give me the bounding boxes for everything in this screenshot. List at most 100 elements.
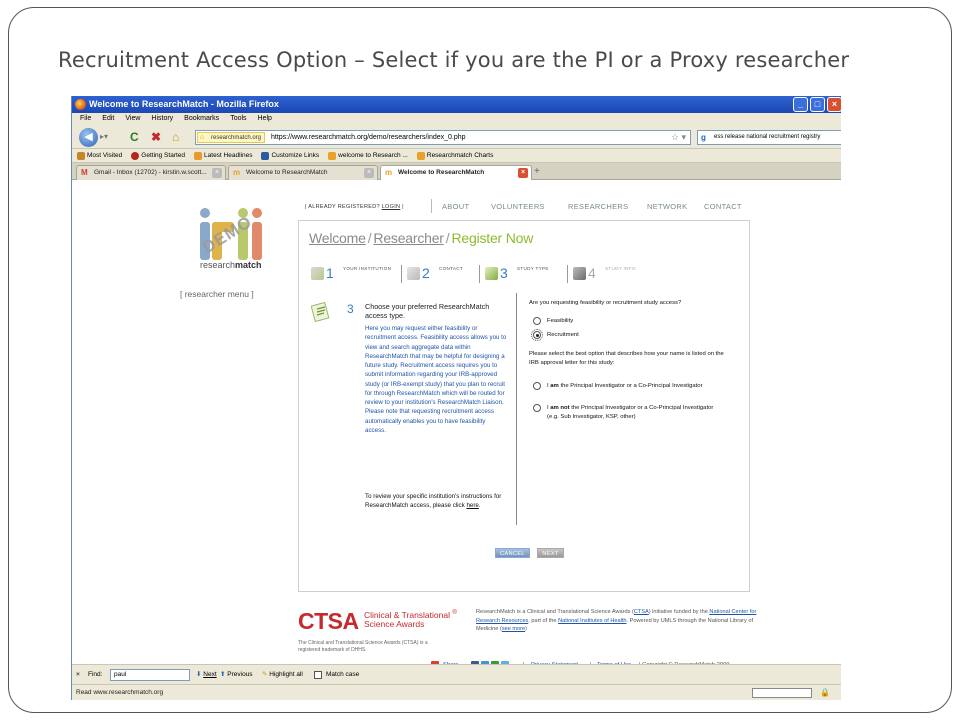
menu-bookmarks[interactable]: Bookmarks [184,113,219,125]
windows-icon [261,151,270,160]
researchmatch-favicon [416,151,425,160]
nav-volunteers[interactable]: VOLUNTEERS [491,201,545,213]
registration-panel: Welcome / Researcher / Register Now 1 YOUR I… [298,220,750,592]
nav-network[interactable]: NETWORK [647,201,687,213]
menu-view[interactable]: View [125,113,140,125]
nav-researchers[interactable]: RESEARCHERS [568,201,628,213]
rss-icon [194,151,203,160]
cancel-button[interactable]: CANCEL [495,548,530,558]
close-button[interactable]: × [827,97,841,112]
new-tab-button[interactable]: + [534,166,540,177]
footer-funding-text: ResearchMatch is a Clinical and Translat… [476,609,757,632]
instructions-here-link[interactable]: here [466,502,478,509]
forward-dropdown-icon[interactable]: ▸▾ [100,132,112,144]
menu-history[interactable]: History [151,113,173,125]
ctsa-logo: CTSA [298,608,359,634]
feasibility-radio[interactable] [533,317,541,325]
bookmark-welcome-research[interactable]: welcome to Research ... [328,149,408,162]
maximize-button[interactable]: □ [810,97,825,112]
researchmatch-favicon [328,151,337,160]
page-viewport: DEMO researchmatch [ researcher menu ] |… [72,180,841,669]
bookmark-latest-headlines[interactable]: Latest Headlines [194,149,252,162]
breadcrumb-welcome[interactable]: Welcome [309,230,366,246]
menu-edit[interactable]: Edit [102,113,114,125]
find-previous-button[interactable]: ⬆ Previous [220,665,253,685]
nav-about[interactable]: ABOUT [442,201,469,213]
bookmark-getting-started[interactable]: Getting Started [131,149,185,162]
gmail-icon: M [81,168,88,177]
nav-divider [431,199,432,213]
bookmarks-toolbar: Most Visited Getting Started Latest Head… [72,149,841,163]
step-indicator: 1 YOUR INSTITUTION 2 CONTACT 3 STUDY TYP… [311,265,741,283]
window-controls: _ □ × [793,97,841,112]
ctsa-link[interactable]: CTSA [634,609,649,615]
recruitment-radio[interactable] [531,329,543,341]
breadcrumb: Welcome / Researcher / Register Now [309,230,534,246]
url-bar[interactable]: researchmatch.org https://www.researchma… [195,130,691,145]
tab-researchmatch-active[interactable]: m Welcome to ResearchMatch × [380,165,532,181]
step-1: 1 YOUR INSTITUTION [311,265,399,283]
access-type-body: Here you may request either feasibility … [365,325,507,434]
minimize-button[interactable]: _ [793,97,808,112]
site-footer: CTSA Clinical & Translational ® Science A… [298,608,758,658]
not-pi-radio[interactable] [533,404,541,412]
ctsa-subtitle: Clinical & Translational ® Science Awards [364,609,457,630]
institution-instructions: To review your specific institution's in… [365,493,502,509]
site-top-nav: | ALREADY REGISTERED? LOGIN | ABOUT VOLU… [305,199,745,213]
breadcrumb-current: Register Now [451,230,534,246]
step-2: 2 CONTACT [407,265,477,283]
menu-bar: File Edit View History Bookmarks Tools H… [72,113,841,125]
url-text: https://www.researchmatch.org/demo/resea… [271,134,466,141]
site-identity-button[interactable]: researchmatch.org [197,132,266,143]
menu-file[interactable]: File [80,113,91,125]
step-4: 4 STUDY INFO [573,265,653,283]
researchmatch-favicon: m [385,168,393,177]
researcher-menu-link[interactable]: [ researcher menu ] [180,289,254,299]
menu-help[interactable]: Help [258,113,272,125]
researchmatch-favicon: m [233,168,241,177]
menu-tools[interactable]: Tools [230,113,246,125]
firefox-bookmark-icon [131,151,140,160]
bookmark-most-visited[interactable]: Most Visited [77,149,122,162]
see-more-link[interactable]: see more [502,626,525,632]
institution-step-icon [311,267,324,280]
tab-close-icon[interactable]: × [212,168,222,178]
step-3: 3 STUDY TYPE [485,265,565,283]
close-find-icon[interactable]: × [76,665,80,685]
stop-icon[interactable]: ✖ [151,130,161,144]
breadcrumb-researcher[interactable]: Researcher [373,230,444,246]
login-link[interactable]: LOGIN [382,204,401,210]
bookmark-researchmatch-charts[interactable]: Researchmatch Charts [416,149,493,162]
lock-icon: 🔒 [820,688,830,697]
study-type-icon [310,300,333,323]
tab-researchmatch-1[interactable]: m Welcome to ResearchMatch × [228,165,378,180]
tab-gmail[interactable]: M Gmail - Inbox (12702) - kirstin.w.scot… [76,165,226,180]
access-question: Are you requesting feasibility or recrui… [529,300,682,306]
home-icon[interactable]: ⌂ [172,130,179,144]
access-type-description: 3 Choose your preferred ResearchMatch ac… [310,298,511,518]
highlighter-icon: ✎ [262,671,268,678]
find-next-button[interactable]: ⬇ Next [196,665,217,685]
tab-close-icon[interactable]: × [364,168,374,178]
navigation-toolbar: ◀ ▸▾ C ✖ ⌂ researchmatch.org https://www… [72,125,841,149]
ctsa-trademark-note: The Clinical and Translational Science A… [298,640,428,653]
bookmark-star-icon[interactable]: ☆ ▾ [671,131,686,144]
match-case-label: Match case [326,671,360,678]
tab-close-icon[interactable]: × [518,168,528,178]
status-bar: Read www.researchmatch.org 🔒 [72,684,841,700]
access-type-heading: Choose your preferred ResearchMatch acce… [365,302,490,320]
arrow-down-icon: ⬇ [196,671,202,678]
bookmark-customize-links[interactable]: Customize Links [261,149,319,162]
next-button[interactable]: NEXT [537,548,564,558]
nav-contact[interactable]: CONTACT [704,201,742,213]
reload-icon[interactable]: C [130,130,139,144]
arrow-up-icon: ⬆ [220,671,226,678]
back-button[interactable]: ◀ [79,128,98,147]
match-case-checkbox[interactable] [314,671,322,679]
window-title: Welcome to ResearchMatch - Mozilla Firef… [89,99,279,109]
find-input[interactable]: paul [110,669,190,681]
highlight-all-button[interactable]: ✎ Highlight all [262,665,303,685]
nih-link[interactable]: National Institutes of Health [558,618,626,624]
pi-radio[interactable] [533,382,541,390]
search-input[interactable]: ess release national recruitment registr… [697,130,841,145]
